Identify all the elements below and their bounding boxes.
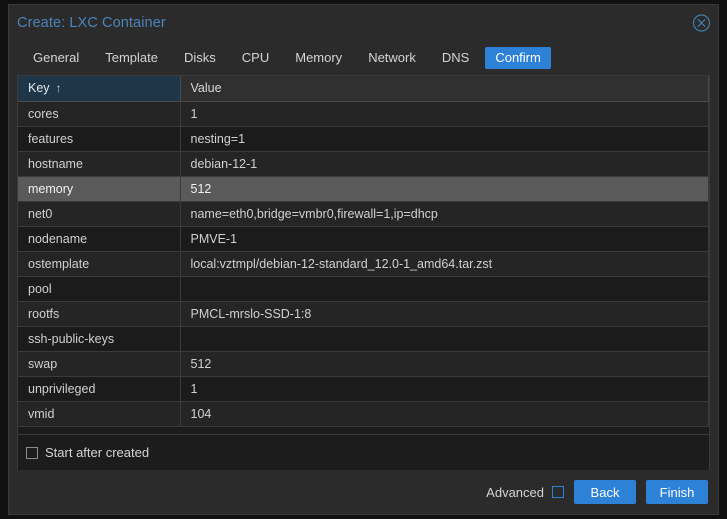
create-lxc-container-dialog: Create: LXC Container General Template Dis… (8, 4, 719, 515)
grid-header-row: Key ↑ Value (18, 76, 709, 101)
tab-dns[interactable]: DNS (432, 47, 479, 69)
table-row[interactable]: ssh-public-keys (18, 326, 709, 351)
table-row[interactable]: vmid104 (18, 401, 709, 426)
table-row[interactable]: net0name=eth0,bridge=vmbr0,firewall=1,ip… (18, 201, 709, 226)
cell-value: name=eth0,bridge=vmbr0,firewall=1,ip=dhc… (180, 201, 709, 226)
table-row[interactable]: ostemplatelocal:vztmpl/debian-12-standar… (18, 251, 709, 276)
start-after-created-checkbox[interactable] (26, 447, 38, 459)
cell-key: rootfs (18, 301, 180, 326)
cell-key: cores (18, 101, 180, 126)
column-header-value-label: Value (191, 81, 222, 95)
column-header-value[interactable]: Value (180, 76, 709, 101)
start-after-created-bar: Start after created (18, 434, 709, 470)
cell-key: nodename (18, 226, 180, 251)
cell-key: vmid (18, 401, 180, 426)
dialog-bottombar: Advanced Back Finish (9, 470, 718, 514)
cell-value: 512 (180, 351, 709, 376)
close-circle-icon[interactable] (692, 14, 711, 33)
cell-value: debian-12-1 (180, 151, 709, 176)
table-row[interactable]: pool (18, 276, 709, 301)
cell-value: local:vztmpl/debian-12-standard_12.0-1_a… (180, 251, 709, 276)
grid-body: cores1featuresnesting=1hostnamedebian-12… (18, 101, 709, 426)
cell-key: memory (18, 176, 180, 201)
cell-value: 512 (180, 176, 709, 201)
table-row[interactable]: cores1 (18, 101, 709, 126)
cell-key: ssh-public-keys (18, 326, 180, 351)
cell-value: PMVE-1 (180, 226, 709, 251)
tab-disks[interactable]: Disks (174, 47, 226, 69)
back-button[interactable]: Back (574, 480, 636, 504)
cell-value: nesting=1 (180, 126, 709, 151)
cell-value (180, 326, 709, 351)
settings-grid-scroll[interactable]: Key↑ Value cores1featuresnesting=1hostna… (18, 76, 709, 434)
column-header-key[interactable]: Key ↑ (18, 76, 180, 101)
wizard-tabbar: General Template Disks CPU Memory Network DNS C… (9, 41, 718, 75)
tab-confirm[interactable]: Confirm (485, 47, 551, 69)
cell-key: net0 (18, 201, 180, 226)
tab-network[interactable]: Network (358, 47, 426, 69)
tab-template[interactable]: Template (95, 47, 168, 69)
cell-key: features (18, 126, 180, 151)
advanced-checkbox[interactable] (552, 486, 564, 498)
cell-value: 1 (180, 376, 709, 401)
cell-key: pool (18, 276, 180, 301)
dialog-titlebar: Create: LXC Container (9, 5, 718, 41)
table-row[interactable]: rootfsPMCL-mrslo-SSD-1:8 (18, 301, 709, 326)
confirm-panel: Key↑ Value cores1featuresnesting=1hostna… (17, 75, 710, 470)
table-row[interactable]: nodenamePMVE-1 (18, 226, 709, 251)
cell-key: hostname (18, 151, 180, 176)
cell-value (180, 276, 709, 301)
cell-key: ostemplate (18, 251, 180, 276)
tab-general[interactable]: General (23, 47, 89, 69)
dialog-title: Create: LXC Container (9, 15, 166, 31)
start-after-created-label: Start after created (45, 445, 149, 460)
sort-ascending-icon: ↑ (56, 81, 62, 95)
table-row[interactable]: unprivileged1 (18, 376, 709, 401)
finish-button[interactable]: Finish (646, 480, 708, 504)
table-row[interactable]: swap512 (18, 351, 709, 376)
cell-value: 104 (180, 401, 709, 426)
cell-value: PMCL-mrslo-SSD-1:8 (180, 301, 709, 326)
cell-key: unprivileged (18, 376, 180, 401)
tab-memory[interactable]: Memory (285, 47, 352, 69)
cell-value: 1 (180, 101, 709, 126)
table-row[interactable]: memory512 (18, 176, 709, 201)
table-row[interactable]: featuresnesting=1 (18, 126, 709, 151)
column-header-key-label: Key (28, 81, 50, 95)
table-row[interactable]: hostnamedebian-12-1 (18, 151, 709, 176)
tab-cpu[interactable]: CPU (232, 47, 279, 69)
settings-grid: Key↑ Value cores1featuresnesting=1hostna… (18, 76, 709, 427)
advanced-label: Advanced (486, 485, 544, 500)
cell-key: swap (18, 351, 180, 376)
